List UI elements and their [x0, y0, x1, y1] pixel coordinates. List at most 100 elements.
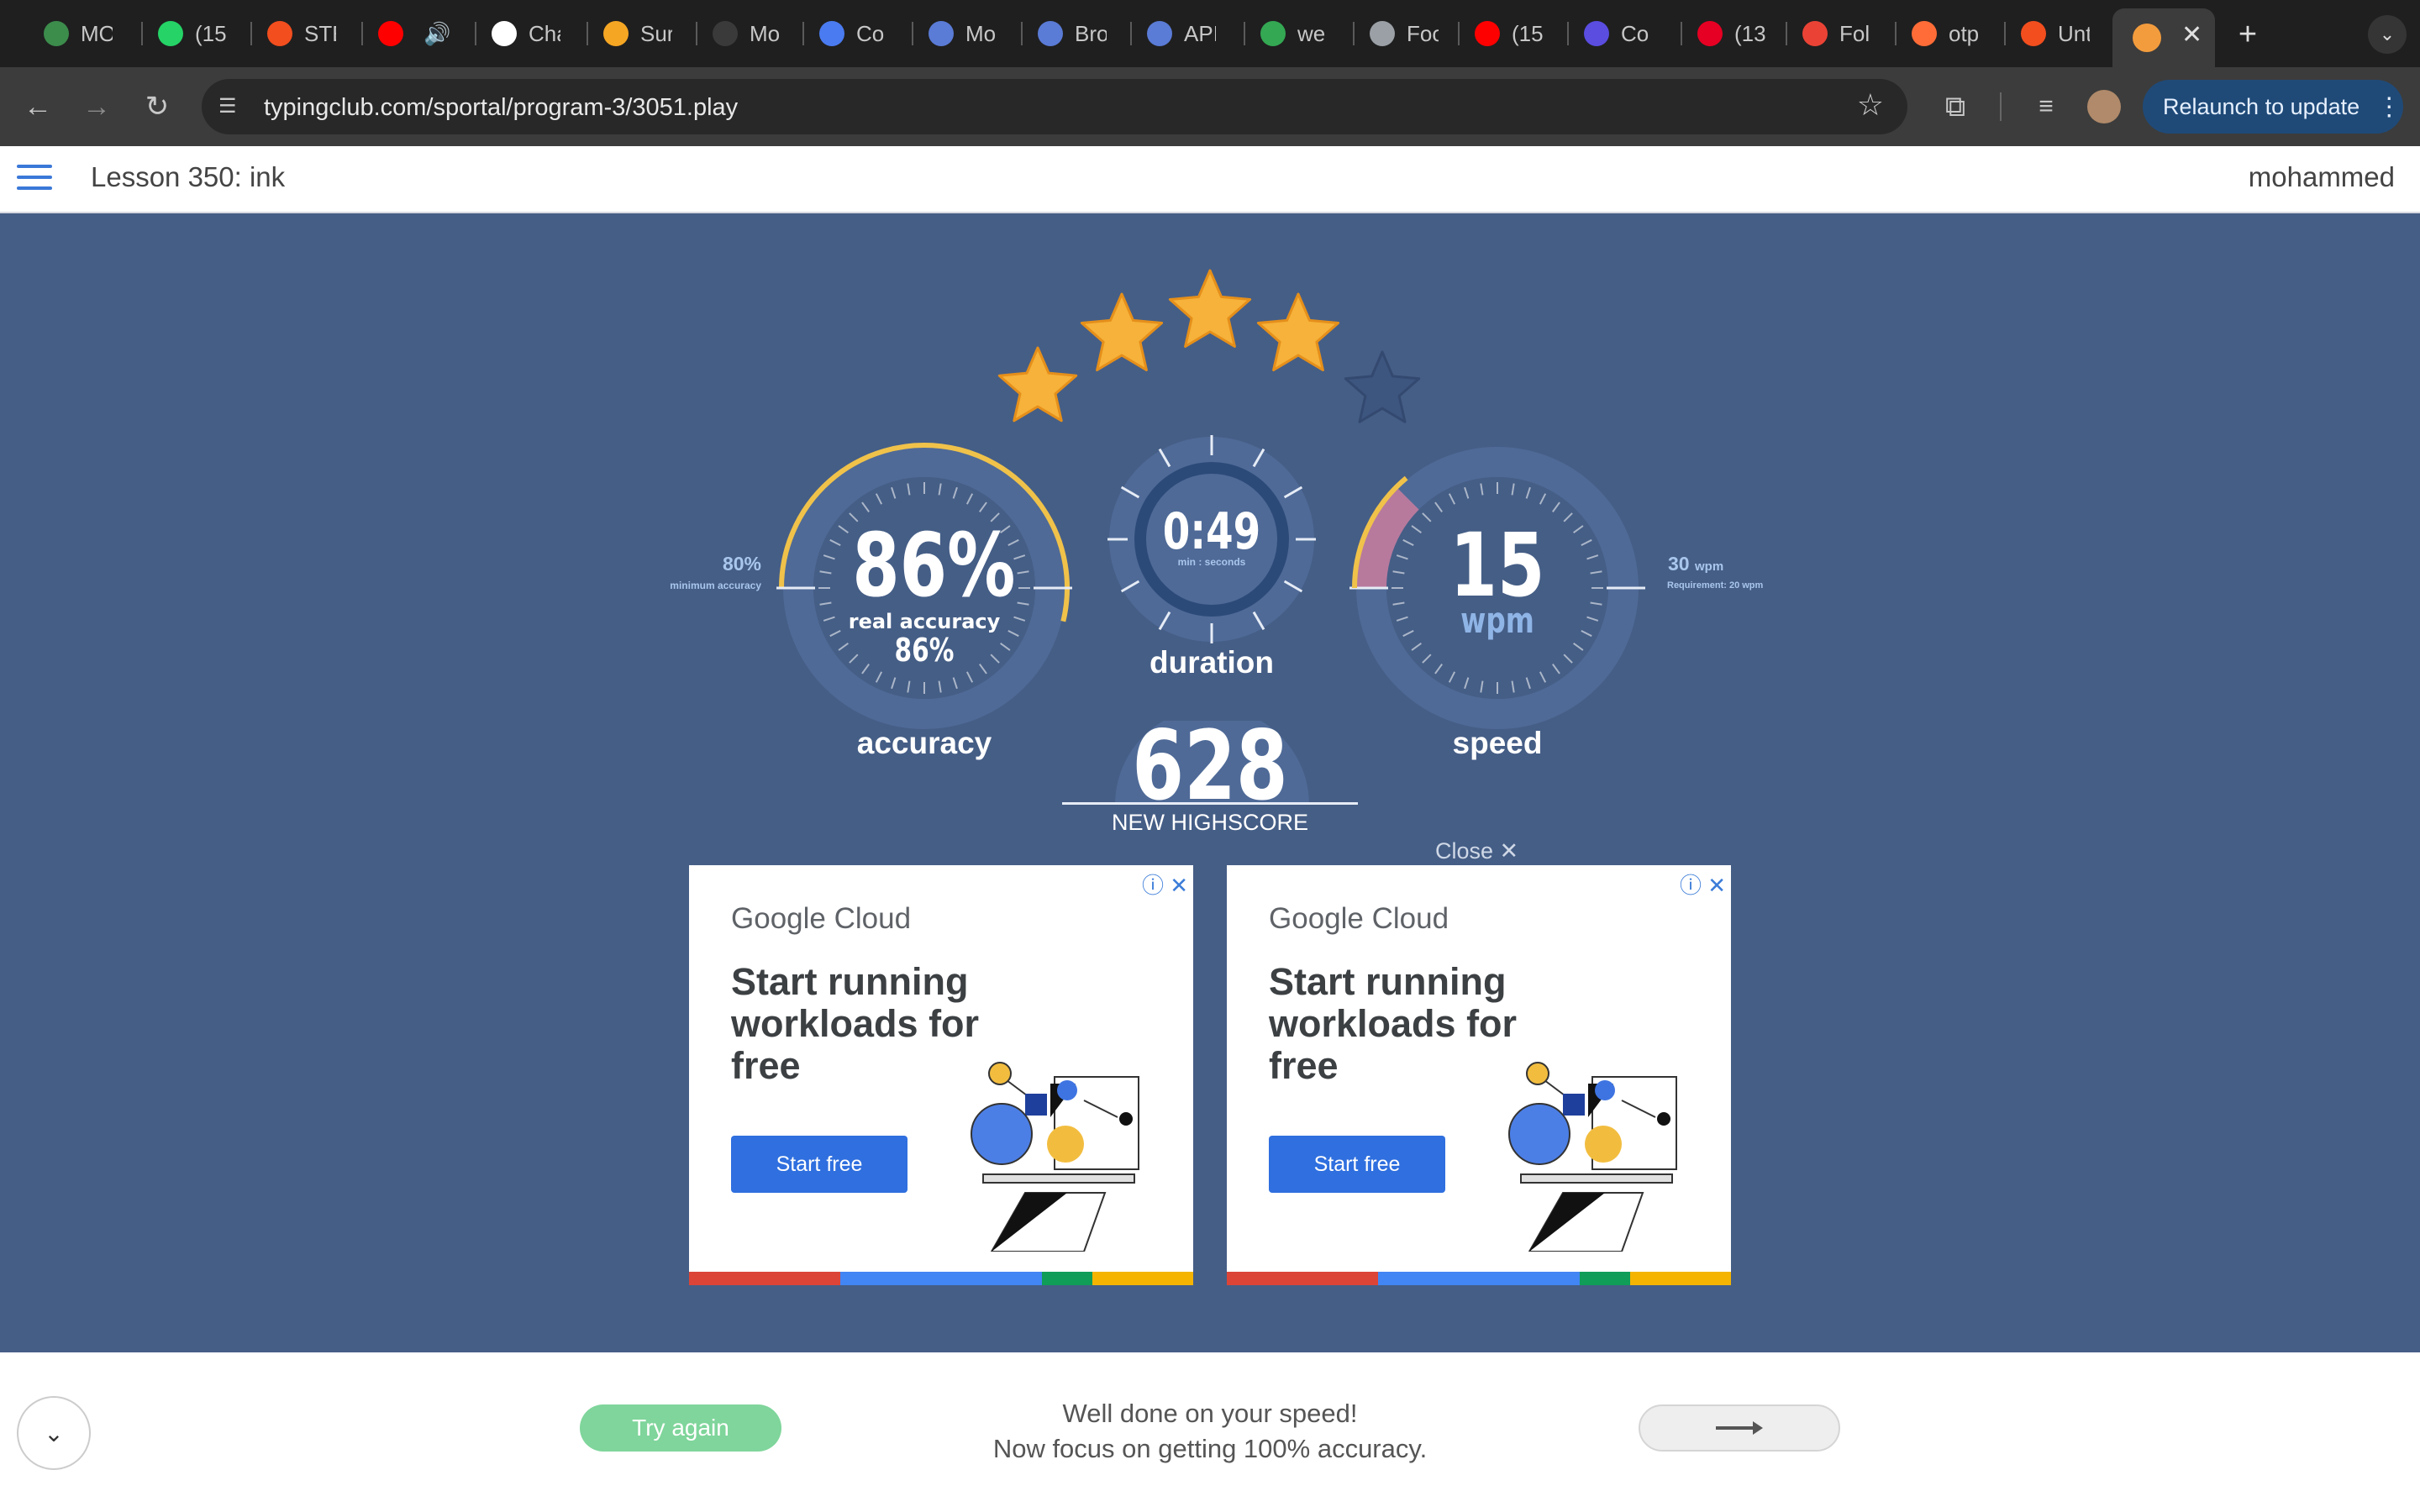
figma-icon: [2021, 21, 2046, 46]
tab-separator: [587, 22, 588, 45]
browser-tab[interactable]: MO: [44, 7, 113, 60]
tab-separator: [802, 22, 804, 45]
url-text[interactable]: typingclub.com/sportal/program-3/3051.pl…: [264, 94, 738, 122]
browser-tab-bar: MO (15 STE 🔊 Cha Sur Mo Co Mo Bro API we Foo (15 Co (13…: [0, 0, 2420, 67]
speed-requirement: Requirement: 20 wpm: [1667, 580, 1764, 591]
address-bar[interactable]: ☰ typingclub.com/sportal/program-3/3051.…: [202, 79, 1907, 134]
browser-tab[interactable]: (15: [1475, 7, 1544, 60]
browser-tab[interactable]: Co: [1584, 7, 1653, 60]
score-value: 628: [1132, 710, 1288, 822]
tab-title: Mo: [965, 20, 997, 46]
browser-tab[interactable]: we: [1260, 7, 1329, 60]
avatar[interactable]: [2087, 90, 2121, 123]
active-tab[interactable]: ✕: [2112, 8, 2215, 67]
close-tab-icon[interactable]: ✕: [2181, 20, 2202, 50]
docs-icon: [819, 21, 844, 46]
color-bar-segment: [1580, 1272, 1630, 1285]
color-bar-segment: [840, 1272, 1042, 1285]
browser-toolbar: ← → ↻ ☰ typingclub.com/sportal/program-3…: [0, 67, 2420, 146]
browser-tab[interactable]: Bro: [1038, 7, 1107, 60]
site-info-icon[interactable]: ☰: [218, 94, 245, 119]
ad-illustration: [1508, 1062, 1677, 1252]
tab-separator: [1353, 22, 1355, 45]
tab-separator: [1681, 22, 1682, 45]
new-highscore-label: NEW HIGHSCORE: [1111, 810, 1308, 835]
browser-tab[interactable]: Co: [819, 7, 888, 60]
browser-tab[interactable]: Foo: [1370, 7, 1439, 60]
browser-tab[interactable]: Mo: [713, 7, 781, 60]
footer-bar: ⌄ Try again Well done on your speed! Now…: [0, 1352, 2420, 1512]
browser-tab[interactable]: 🔊: [378, 7, 450, 60]
target-speed-unit: wpm: [1694, 559, 1724, 574]
speaker-icon[interactable]: 🔊: [424, 21, 450, 47]
star-filled-icon: [1256, 292, 1340, 371]
ad-info-close-icon[interactable]: ⓘ ✕: [1680, 869, 1726, 900]
menu-icon[interactable]: [17, 165, 52, 192]
chevron-down-icon[interactable]: ⌄: [17, 1396, 91, 1470]
browser-icon: [1147, 21, 1172, 46]
browser-tab[interactable]: (15: [158, 7, 227, 60]
try-again-button[interactable]: Try again: [580, 1404, 781, 1452]
tab-title: (15: [1512, 20, 1544, 46]
ad-color-bar: [1227, 1272, 1731, 1285]
chatgpt-icon: [492, 21, 517, 46]
feedback-line-2: Now focus on getting 100% accuracy.: [992, 1434, 1428, 1463]
tab-separator: [2004, 22, 2006, 45]
ad-banner[interactable]: ⓘ ✕ Google Cloud Start running workloads…: [689, 865, 1193, 1285]
star-filled-icon: [1080, 292, 1164, 371]
ad-info-close-icon[interactable]: ⓘ ✕: [1142, 869, 1188, 900]
tab-search-icon[interactable]: ⌄: [2368, 15, 2407, 54]
color-bar-segment: [1227, 1272, 1378, 1285]
relaunch-button[interactable]: Relaunch to update ⋮: [2143, 80, 2403, 134]
postman-icon: [1912, 21, 1937, 46]
browser-tab[interactable]: STE: [267, 7, 336, 60]
tab-separator: [1244, 22, 1245, 45]
browser-tab[interactable]: Unt: [2021, 7, 2090, 60]
tab-title: STE: [304, 20, 336, 46]
new-tab-icon[interactable]: +: [2227, 13, 2269, 55]
tab-separator: [1567, 22, 1569, 45]
reload-icon[interactable]: ↻: [136, 86, 178, 128]
speed-unit: wpm: [1460, 600, 1534, 641]
ad-start-free-button[interactable]: Start free: [731, 1136, 908, 1193]
ad-start-free-button[interactable]: Start free: [1269, 1136, 1445, 1193]
accuracy-label: accuracy: [856, 726, 992, 760]
username[interactable]: mohammed: [2249, 161, 2395, 193]
color-bar-segment: [1630, 1272, 1731, 1285]
browser-tab[interactable]: (13: [1697, 7, 1766, 60]
tab-separator: [475, 22, 476, 45]
speed-label: speed: [1452, 726, 1543, 760]
whatsapp-icon: [158, 21, 183, 46]
browser-tab[interactable]: Sur: [603, 7, 672, 60]
star-empty-icon: [1344, 350, 1421, 423]
forward-icon[interactable]: →: [76, 86, 118, 128]
close-ads-button[interactable]: Close ✕: [1435, 838, 1518, 864]
browser-tab[interactable]: Mo: [929, 7, 997, 60]
minimum-accuracy-value: 80%: [722, 553, 761, 575]
star-rating: [997, 269, 1421, 423]
tab-separator: [361, 22, 363, 45]
color-bar-segment: [1092, 1272, 1193, 1285]
tab-title: Co: [856, 20, 885, 46]
color-bar-segment: [689, 1272, 840, 1285]
media-control-icon[interactable]: ≡: [2025, 86, 2067, 128]
globe-icon: [1370, 21, 1395, 46]
browser-tab[interactable]: Fol: [1802, 7, 1871, 60]
browser-tab[interactable]: API: [1147, 7, 1216, 60]
tab-title: Sur: [640, 20, 672, 46]
bookmark-star-icon[interactable]: ☆: [1857, 87, 1884, 123]
browser-tab[interactable]: Cha: [492, 7, 560, 60]
tab-separator: [141, 22, 143, 45]
ad-illustration: [971, 1062, 1139, 1252]
duration-unit: min : seconds: [1177, 556, 1246, 568]
surfshark-icon: [603, 21, 629, 46]
close-ads-label: Close: [1435, 838, 1494, 864]
ad-banner[interactable]: ⓘ ✕ Google Cloud Start running workloads…: [1227, 865, 1731, 1285]
more-menu-icon[interactable]: ⋮: [2376, 92, 2402, 122]
extensions-icon[interactable]: ⧉: [1934, 86, 1976, 128]
next-button[interactable]: [1639, 1404, 1840, 1452]
back-icon[interactable]: ←: [17, 86, 59, 128]
browser-tab[interactable]: otp: [1912, 7, 1981, 60]
app-header: Lesson 350: ink mohammed: [0, 146, 2420, 213]
tab-title: Mo: [750, 20, 781, 46]
